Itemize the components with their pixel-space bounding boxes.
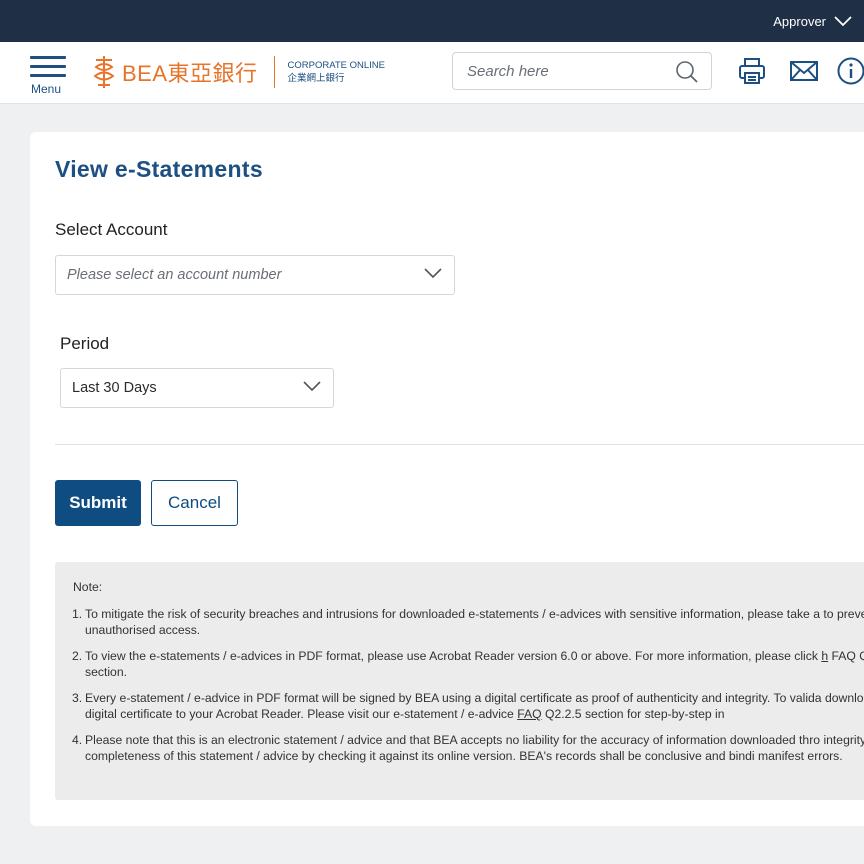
menu-button[interactable]: Menu bbox=[28, 54, 68, 98]
page-title: View e-Statements bbox=[55, 156, 263, 182]
info-icon[interactable] bbox=[836, 56, 864, 86]
logo-divider bbox=[273, 56, 275, 88]
cancel-button[interactable]: Cancel bbox=[151, 480, 238, 526]
e-statements-card: View e-Statements Select Account Please … bbox=[30, 132, 864, 826]
note-item: 3. Every e-statement / e-advice in PDF f… bbox=[72, 691, 864, 721]
search-box bbox=[452, 52, 712, 90]
bea-logo[interactable]: BEA東亞銀行 CORPORATE ONLINE 企業網上銀行 bbox=[92, 54, 385, 90]
faq-link[interactable]: FAQ bbox=[517, 707, 541, 721]
brand-name: BEA東亞銀行 bbox=[122, 61, 258, 86]
mail-icon[interactable] bbox=[789, 56, 819, 86]
corporate-online-zh: 企業網上銀行 bbox=[287, 73, 345, 84]
search-input[interactable] bbox=[454, 54, 664, 88]
note-title: Note: bbox=[73, 580, 103, 594]
role-label: Approver bbox=[773, 13, 826, 29]
corporate-online-label: CORPORATE ONLINE 企業網上銀行 bbox=[288, 59, 385, 85]
header: Menu BEA東亞銀行 CORPORATE ONLINE 企業網上銀行 bbox=[0, 42, 864, 104]
submit-button[interactable]: Submit bbox=[55, 480, 141, 526]
hamburger-icon bbox=[30, 56, 66, 83]
period-select-value: Last 30 Days bbox=[72, 380, 157, 396]
chevron-down-icon bbox=[424, 268, 442, 279]
note-list: 1. To mitigate the risk of security brea… bbox=[72, 606, 864, 774]
account-select-placeholder: Please select an account number bbox=[67, 267, 282, 283]
print-icon[interactable] bbox=[737, 56, 767, 86]
role-selector[interactable]: Approver bbox=[773, 0, 852, 42]
top-bar: Approver bbox=[0, 0, 864, 42]
period-select[interactable]: Last 30 Days bbox=[60, 368, 334, 408]
account-select[interactable]: Please select an account number bbox=[55, 255, 455, 295]
corporate-online-en: CORPORATE ONLINE bbox=[287, 60, 386, 71]
period-label: Period bbox=[60, 334, 110, 353]
note-item: 4. Please note that this is an electroni… bbox=[72, 733, 864, 763]
search-icon[interactable] bbox=[675, 60, 699, 84]
bea-emblem-icon bbox=[93, 56, 115, 88]
note-panel: Note: 1. To mitigate the risk of securit… bbox=[55, 562, 864, 800]
chevron-down-icon bbox=[834, 15, 852, 26]
form-divider bbox=[55, 444, 864, 445]
select-account-label: Select Account bbox=[55, 220, 168, 239]
note-item: 2. To view the e-statements / e-advices … bbox=[72, 649, 864, 679]
note-item: 1. To mitigate the risk of security brea… bbox=[72, 607, 864, 637]
chevron-down-icon bbox=[303, 381, 321, 392]
menu-label: Menu bbox=[31, 82, 62, 96]
